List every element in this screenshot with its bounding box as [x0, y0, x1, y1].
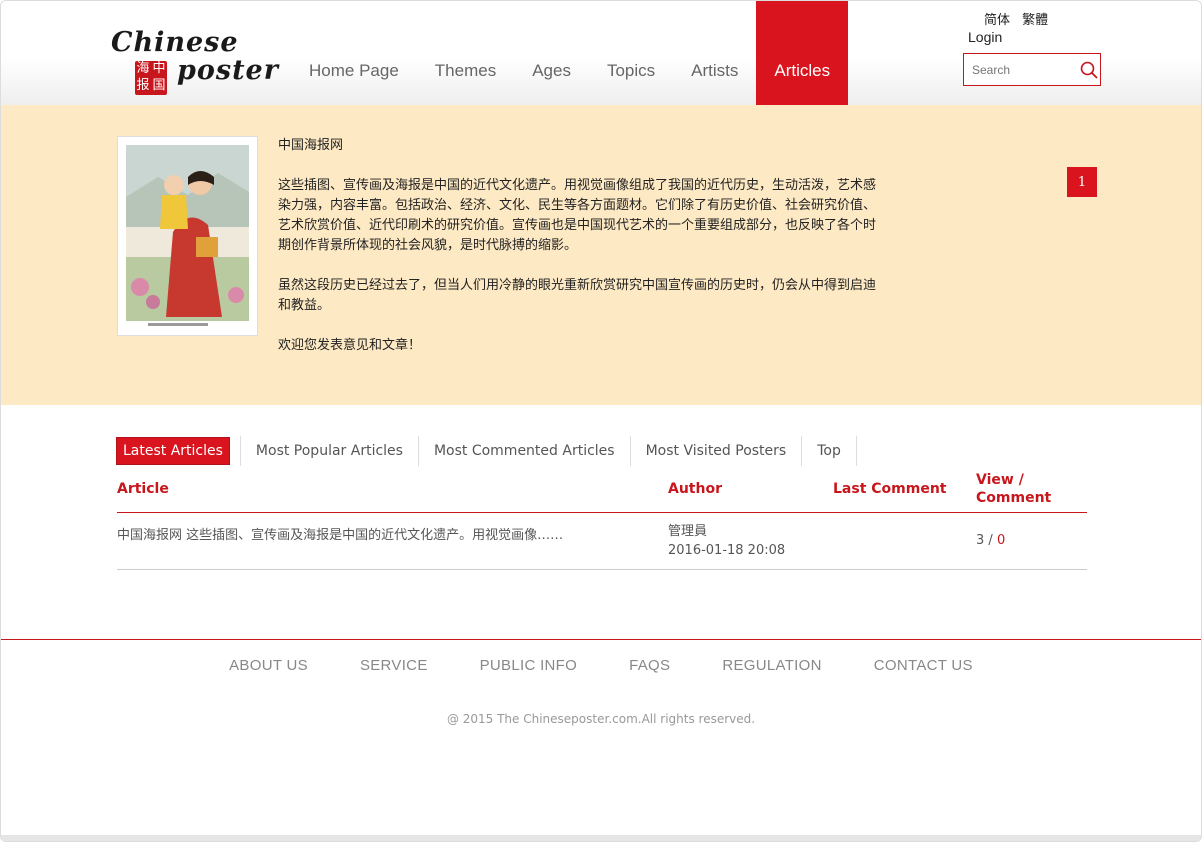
tab-top[interactable]: Top	[802, 436, 857, 466]
intro-paragraph: 虽然这段历史已经过去了，但当人们用冷静的眼光重新欣赏研究中国宣传画的历史时，仍会…	[278, 278, 877, 313]
footer-link-public-info[interactable]: PUBLIC INFO	[480, 657, 577, 674]
nav-artists[interactable]: Artists	[673, 1, 756, 105]
intro-banner: 中国海报网 这些插图、宣传画及海报是中国的近代文化遗产。用视觉画像组成了我国的近…	[1, 105, 1201, 405]
column-header-last-comment: Last Comment	[833, 481, 947, 497]
bottom-scroll-bar	[1, 835, 1201, 841]
site-header: Chinese 海 中 报 国 poster Home Page Themes …	[1, 1, 1201, 105]
articles-table-header: Article Author Last Comment View / Comme…	[117, 471, 1087, 513]
nav-articles[interactable]: Articles	[756, 1, 849, 105]
footer-link-regulation[interactable]: REGULATION	[722, 657, 821, 674]
footer-link-about-us[interactable]: ABOUT US	[229, 657, 308, 674]
view-comment-cell: 3 / 0	[976, 531, 1005, 550]
featured-poster-image[interactable]	[117, 136, 258, 336]
footer-link-service[interactable]: SERVICE	[360, 657, 428, 674]
logo-text-top: Chinese	[111, 27, 239, 58]
article-title-link[interactable]: 中国海报网 这些插图、宣传画及海报是中国的近代文化遗产。用视觉画像……	[117, 526, 563, 545]
logo-text-bottom: poster	[177, 55, 279, 86]
tab-most-visited-posters[interactable]: Most Visited Posters	[631, 436, 803, 466]
seal-char: 国	[152, 78, 166, 93]
footer-nav: ABOUT US SERVICE PUBLIC INFO FAQS REGULA…	[1, 657, 1201, 674]
seal-char: 中	[152, 61, 166, 76]
intro-paragraph: 这些插图、宣传画及海报是中国的近代文化遗产。用视觉画像组成了我国的近代历史，生动…	[278, 178, 877, 253]
nav-topics[interactable]: Topics	[589, 1, 673, 105]
author-cell: 管理員 2016-01-18 20:08	[668, 522, 785, 560]
search-box	[963, 53, 1101, 86]
search-icon[interactable]	[1080, 61, 1098, 79]
header-line: Comment	[976, 490, 1052, 506]
search-input[interactable]	[970, 62, 1078, 78]
header-line: View /	[976, 472, 1024, 488]
copyright-text: @ 2015 The Chineseposter.com.All rights …	[446, 712, 756, 726]
intro-title: 中国海报网	[278, 138, 344, 153]
tab-most-popular-articles[interactable]: Most Popular Articles	[239, 436, 419, 466]
intro-paragraph: 欢迎您发表意见和文章！	[278, 338, 422, 353]
count-separator: /	[984, 533, 997, 548]
table-row: 中国海报网 这些插图、宣传画及海报是中国的近代文化遗产。用视觉画像…… 管理員 …	[117, 513, 1087, 570]
login-link[interactable]: Login	[968, 29, 1002, 45]
post-date: 2016-01-18 20:08	[668, 543, 786, 558]
page-frame: Chinese 海 中 报 国 poster Home Page Themes …	[0, 0, 1202, 842]
nav-ages[interactable]: Ages	[514, 1, 589, 105]
lang-simplified-link[interactable]: 简体	[984, 13, 1010, 28]
poster-illustration	[126, 145, 249, 329]
footer-link-faqs[interactable]: FAQS	[629, 657, 670, 674]
column-header-author: Author	[668, 481, 722, 497]
column-header-article: Article	[117, 481, 169, 497]
column-header-view-comment: View / Comment	[976, 471, 1051, 507]
banner-page-button[interactable]: 1	[1067, 167, 1097, 197]
seal-char: 报	[136, 78, 150, 93]
site-logo[interactable]: Chinese 海 中 报 国 poster	[111, 27, 281, 99]
nav-themes[interactable]: Themes	[417, 1, 514, 105]
nav-home-page[interactable]: Home Page	[291, 1, 417, 105]
logo-seal: 海 中 报 国	[135, 61, 167, 95]
main-nav: Home Page Themes Ages Topics Artists Art…	[291, 1, 849, 105]
footer-link-contact-us[interactable]: CONTACT US	[874, 657, 973, 674]
footer-divider	[1, 639, 1201, 640]
tab-latest-articles[interactable]: Latest Articles	[116, 437, 230, 465]
seal-char: 海	[136, 61, 150, 76]
author-name: 管理員	[668, 524, 708, 539]
comment-count: 0	[996, 533, 1006, 548]
intro-text: 中国海报网 这些插图、宣传画及海报是中国的近代文化遗产。用视觉画像组成了我国的近…	[278, 136, 878, 376]
lang-traditional-link[interactable]: 繁體	[1022, 13, 1048, 28]
tab-most-commented-articles[interactable]: Most Commented Articles	[419, 436, 631, 466]
article-tabs: Latest Articles Most Popular Articles Mo…	[116, 436, 857, 466]
language-switcher: 简体 繁體	[984, 9, 1056, 28]
